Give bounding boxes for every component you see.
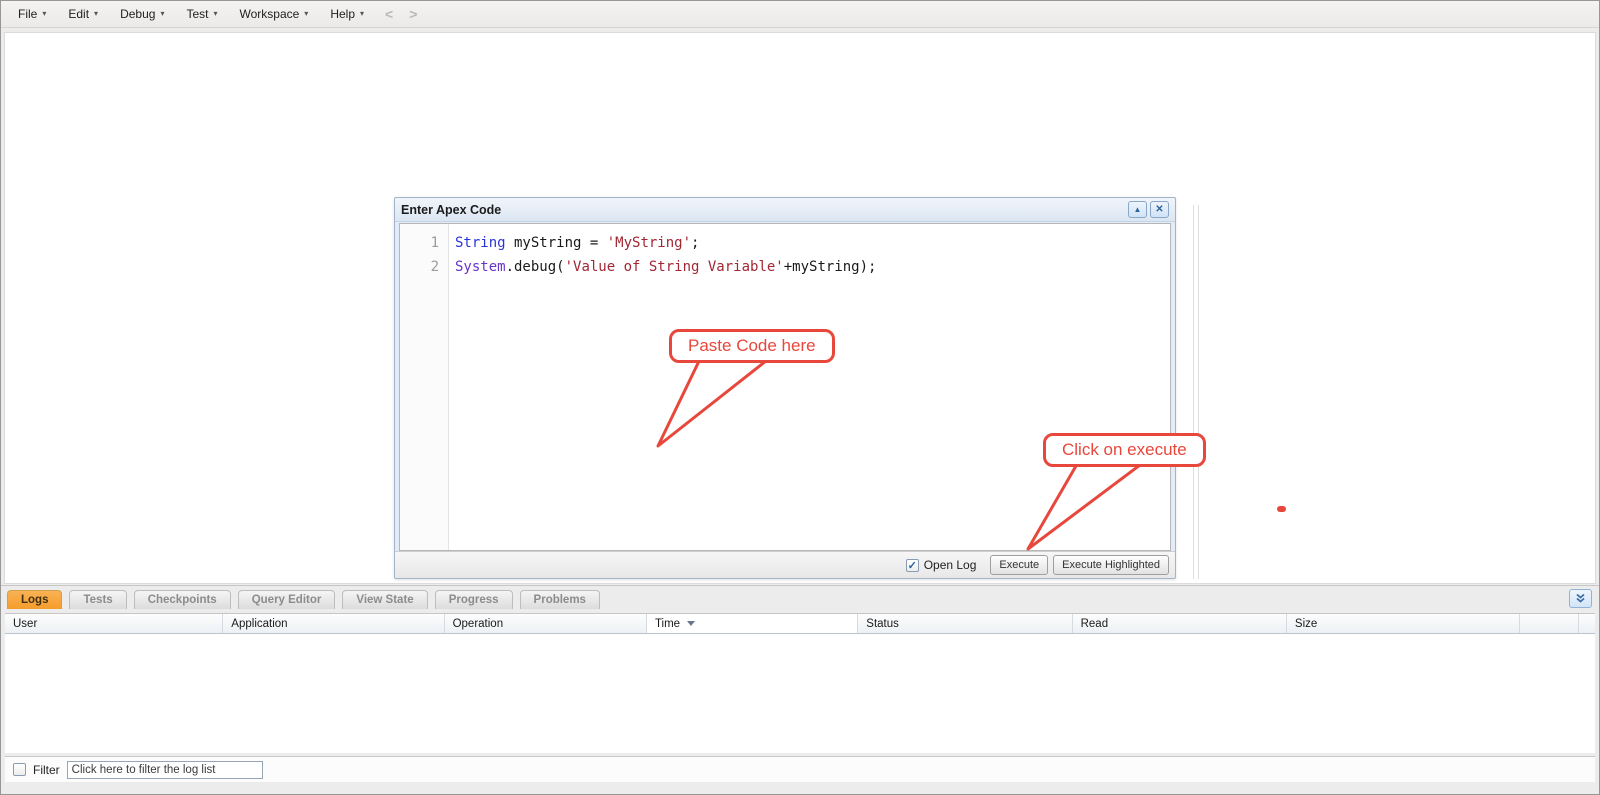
paste-code-callout-text: Paste Code here [669, 329, 835, 363]
chevron-double-down-icon [1575, 593, 1586, 604]
column-header-stub [1520, 614, 1579, 633]
code-line: System.debug('Value of String Variable'+… [455, 255, 876, 279]
caret-down-icon: ▾ [94, 10, 98, 18]
menu-edit[interactable]: Edit ▾ [57, 3, 109, 25]
code-token: myString = [506, 235, 607, 251]
menu-item-label: Help [330, 7, 355, 21]
grid-scroll-corner [1579, 614, 1595, 633]
open-log-label: Open Log [924, 558, 977, 572]
menu-item-label: File [18, 7, 37, 21]
column-label: Size [1295, 618, 1317, 630]
menu-item-label: Test [186, 7, 208, 21]
filter-bar: Filter [5, 756, 1595, 782]
panel-tabs: Logs Tests Checkpoints Query Editor View Sta… [7, 590, 600, 609]
collapse-icon[interactable]: ▲ [1128, 201, 1147, 218]
execute-button[interactable]: Execute [990, 555, 1048, 575]
menu-item-label: Workspace [239, 7, 299, 21]
code-token: ; [691, 235, 699, 251]
column-header-operation[interactable]: Operation [445, 614, 647, 633]
code-line: String myString = 'MyString'; [455, 231, 876, 255]
caret-down-icon: ▾ [304, 10, 308, 18]
menu-item-label: Debug [120, 7, 155, 21]
sort-desc-icon [687, 621, 695, 626]
tab-logs[interactable]: Logs [7, 590, 62, 609]
history-nav: < > [385, 7, 417, 21]
dialog-footer: Open Log Execute Execute Highlighted [395, 551, 1175, 578]
line-number: 1 [400, 231, 439, 255]
developer-console-window: File ▾ Edit ▾ Debug ▾ Test ▾ Workspace ▾ Help ▾ < >… [0, 0, 1600, 795]
caret-down-icon: ▾ [213, 10, 217, 18]
logs-panel: Logs Tests Checkpoints Query Editor View Sta… [1, 585, 1599, 794]
column-header-status[interactable]: Status [858, 614, 1072, 633]
menu-bar-items: File ▾ Edit ▾ Debug ▾ Test ▾ Workspace ▾ Help ▾ [7, 3, 375, 25]
caret-down-icon: ▾ [42, 10, 46, 18]
filter-label: Filter [33, 763, 60, 777]
line-number: 2 [400, 255, 439, 279]
tab-problems[interactable]: Problems [520, 590, 600, 609]
back-arrow-icon[interactable]: < [385, 7, 393, 21]
column-header-user[interactable]: User [5, 614, 223, 633]
panel-collapse-button[interactable] [1569, 589, 1592, 608]
open-log-checkbox[interactable] [906, 559, 919, 572]
dialog-tools: ▲ ✕ [1128, 201, 1169, 218]
column-label: Time [655, 618, 680, 630]
tab-tests[interactable]: Tests [69, 590, 126, 609]
caret-down-icon: ▾ [160, 10, 164, 18]
menu-workspace[interactable]: Workspace ▾ [228, 3, 319, 25]
red-annotation-dot [1277, 506, 1286, 512]
code-token: .debug( [506, 259, 565, 275]
code-token: System [455, 259, 506, 275]
tab-checkpoints[interactable]: Checkpoints [134, 590, 231, 609]
menu-debug[interactable]: Debug ▾ [109, 3, 175, 25]
paste-code-callout: Paste Code here [641, 327, 861, 453]
column-header-application[interactable]: Application [223, 614, 444, 633]
caret-down-icon: ▾ [360, 10, 364, 18]
column-label: User [13, 618, 37, 630]
click-execute-callout-text: Click on execute [1043, 433, 1206, 467]
code-token: 'MyString' [607, 235, 691, 251]
line-number-gutter: 12 [400, 224, 449, 550]
tab-progress[interactable]: Progress [435, 590, 513, 609]
forward-arrow-icon[interactable]: > [409, 7, 417, 21]
column-header-time[interactable]: Time [647, 614, 858, 633]
execute-highlighted-button[interactable]: Execute Highlighted [1053, 555, 1169, 575]
column-header-size[interactable]: Size [1287, 614, 1520, 633]
code-token: 'Value of String Variable' [565, 259, 784, 275]
menu-bar: File ▾ Edit ▾ Debug ▾ Test ▾ Workspace ▾ Help ▾ < > [1, 1, 1599, 28]
code-token: String [455, 235, 506, 251]
tab-query-editor[interactable]: Query Editor [238, 590, 336, 609]
code-token: +myString); [784, 259, 877, 275]
click-execute-callout: Click on execute [1014, 429, 1224, 554]
close-icon[interactable]: ✕ [1150, 201, 1169, 218]
log-table-body[interactable] [5, 634, 1595, 753]
column-label: Read [1081, 618, 1109, 630]
menu-file[interactable]: File ▾ [7, 3, 57, 25]
menu-test[interactable]: Test ▾ [175, 3, 228, 25]
dialog-title-bar[interactable]: Enter Apex Code ▲ ✕ [395, 198, 1175, 222]
tab-view-state[interactable]: View State [342, 590, 427, 609]
menu-item-label: Edit [68, 7, 89, 21]
column-label: Status [866, 618, 899, 630]
column-header-read[interactable]: Read [1073, 614, 1287, 633]
log-filter-input[interactable] [67, 761, 263, 779]
log-table-header: User Application Operation Time Status Read Si… [5, 613, 1595, 634]
column-label: Application [231, 618, 287, 630]
menu-help[interactable]: Help ▾ [319, 3, 375, 25]
filter-checkbox[interactable] [13, 763, 26, 776]
column-label: Operation [453, 618, 504, 630]
dialog-title: Enter Apex Code [401, 203, 501, 217]
